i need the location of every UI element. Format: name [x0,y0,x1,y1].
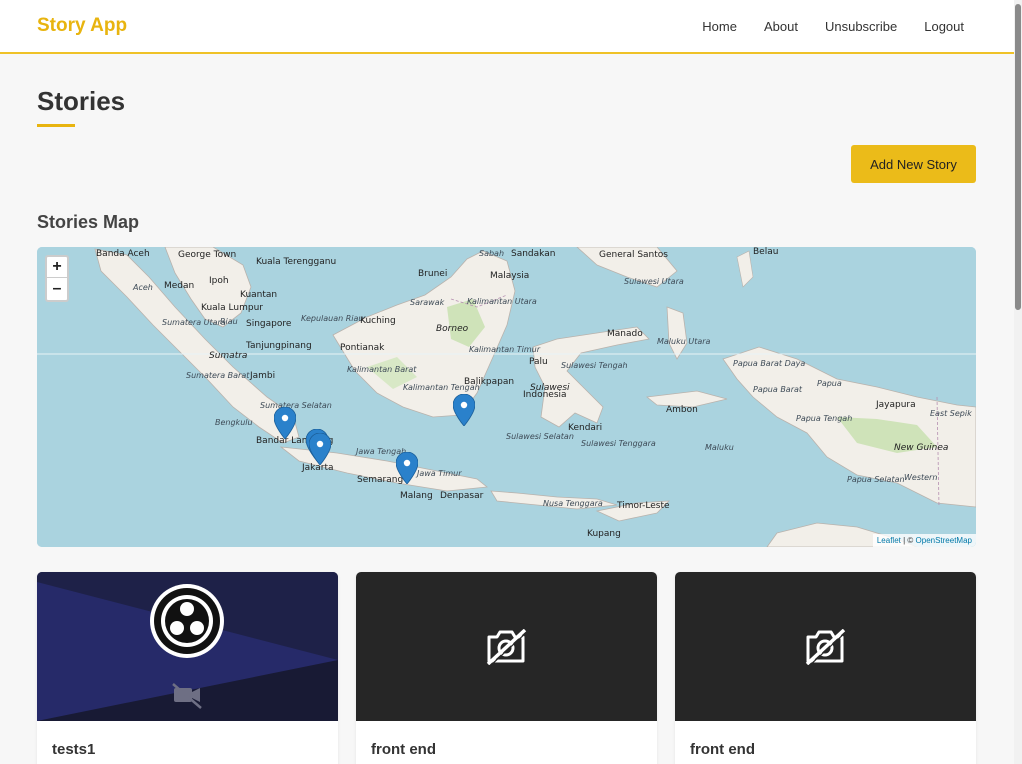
map-label-jambi: Jambi [250,371,276,381]
nav-logout-link[interactable]: Logout [924,19,964,34]
map-attribution: Leaflet | © OpenStreetMap [872,534,976,547]
map-label-balikpapan: Balikpapan [464,377,515,387]
map-label-brunei: Brunei [418,269,448,279]
map-label-papua-barat: Papua Barat [753,385,803,394]
map-label-kuching: Kuching [360,316,396,326]
openstreetmap-link[interactable]: OpenStreetMap [916,536,972,545]
nav-unsubscribe-link[interactable]: Unsubscribe [825,19,897,34]
map-label-sandakan: Sandakan [511,249,556,259]
map-label-bengkulu: Bengkulu [215,418,253,427]
map-label-malang: Malang [400,491,433,501]
map-label-sulawesi-utara: Sulawesi Utara [624,277,684,286]
map-label-borneo: Borneo [436,324,469,334]
map-label-denpasar: Denpasar [440,491,484,501]
map-label-kuala-lumpur: Kuala Lumpur [201,303,263,313]
map-label-nusa-tenggara: Nusa Tenggara [543,499,603,508]
video-thumbnail [37,572,338,721]
story-thumbnail [37,572,338,721]
map-label-manado: Manado [607,329,643,339]
add-new-story-button[interactable]: Add New Story [851,145,976,183]
map-label-pontianak: Pontianak [340,343,385,353]
map-label-medan: Medan [164,281,195,291]
map-marker-icon[interactable] [309,433,331,465]
story-thumbnail [675,572,976,721]
story-title: front end [690,741,755,758]
map-label-sumatera-utara: Sumatera Utara [162,318,226,327]
map-label-kalimantan-utara: Kalimantan Utara [467,297,537,306]
map-label-jayapura: Jayapura [876,400,916,410]
map-label-maluku: Maluku [705,443,734,452]
camera-off-icon [486,629,527,665]
story-card[interactable]: tests1 [37,572,338,764]
story-title: tests1 [52,741,96,758]
map-label-timor-leste: Timor-Leste [617,501,670,511]
map-label-sulawesi-tenggara: Sulawesi Tenggara [581,439,656,448]
map-label-ambon: Ambon [666,405,698,415]
page-title: Stories [37,86,126,116]
map-label-general-santos: General Santos [599,250,668,260]
map-label-aceh: Aceh [133,283,153,292]
attribution-separator: | © [900,536,916,545]
map-label-banda-aceh: Banda Aceh [96,249,150,259]
map-marker-icon[interactable] [453,394,475,426]
map-label-kendari: Kendari [568,423,603,433]
map-label-papua-tengah: Papua Tengah [796,414,853,423]
map-zoom-control: + – [45,255,69,302]
map-label-papua-selatan: Papua Selatan [847,475,905,484]
nav-about-link[interactable]: About [764,19,798,34]
map-label-ipoh: Ipoh [209,276,229,286]
map-label-palu: Palu [529,357,548,367]
map-label-singapore: Singapore [246,319,292,329]
map-marker-icon[interactable] [274,407,296,439]
leaflet-link[interactable]: Leaflet [877,536,901,545]
nav-menu: Home About Unsubscribe Logout [702,19,964,34]
map-label-jawa-timur: Jawa Timur [417,469,462,478]
map-marker-icon[interactable] [396,452,418,484]
map-label-kuantan: Kuantan [240,290,278,300]
story-card[interactable]: front end [356,572,657,764]
map-label-tanjungpinang: Tanjungpinang [246,341,312,351]
map-label-sabah: Sabah [479,249,505,258]
scrollbar-thumb[interactable] [1015,4,1021,310]
map-label-papua: Papua [817,379,842,388]
story-thumbnail [356,572,657,721]
map-label-sumatera-barat: Sumatera Barat [186,371,250,380]
map-label-belau: Belau [753,247,779,257]
map-label-western: Western [904,473,938,482]
map-label-kuala-terengganu: Kuala Terengganu [256,257,337,267]
stories-map[interactable]: Banda Aceh George Town Kuala Terengganu … [37,247,976,547]
map-label-sulawesi-selatan: Sulawesi Selatan [506,432,574,441]
map-label-papua-barat-daya: Papua Barat Daya [733,359,806,368]
map-label-malaysia: Malaysia [490,271,530,281]
zoom-in-button[interactable]: + [47,257,67,278]
brand-logo[interactable]: Story App [37,15,127,37]
map-label-kalimantan-timur: Kalimantan Timur [469,345,540,354]
map-label-maluku-utara: Maluku Utara [657,337,711,346]
title-underline [37,124,75,127]
story-title: front end [371,741,436,758]
map-base-layer [37,247,976,547]
map-label-sulawesi-tengah: Sulawesi Tengah [561,361,628,370]
map-label-sumatra: Sumatra [209,351,248,361]
map-label-kep-riau: Kepulauan Riau [301,314,364,323]
map-label-kupang: Kupang [587,529,621,539]
story-card[interactable]: front end [675,572,976,764]
stories-map-heading: Stories Map [37,212,140,232]
map-label-east-sepik: East Sepik [930,409,972,418]
page-scrollbar[interactable] [1014,0,1022,764]
map-label-sarawak: Sarawak [410,298,445,307]
map-label-indonesia: Indonesia [523,390,567,400]
nav-home-link[interactable]: Home [702,19,737,34]
map-label-new-guinea: New Guinea [894,443,949,453]
map-label-george-town: George Town [178,250,237,260]
map-label-kalimantan-barat: Kalimantan Barat [347,365,417,374]
camera-off-icon [805,629,846,665]
zoom-out-button[interactable]: – [47,278,67,299]
navbar: Story App Home About Unsubscribe Logout [0,0,1014,54]
